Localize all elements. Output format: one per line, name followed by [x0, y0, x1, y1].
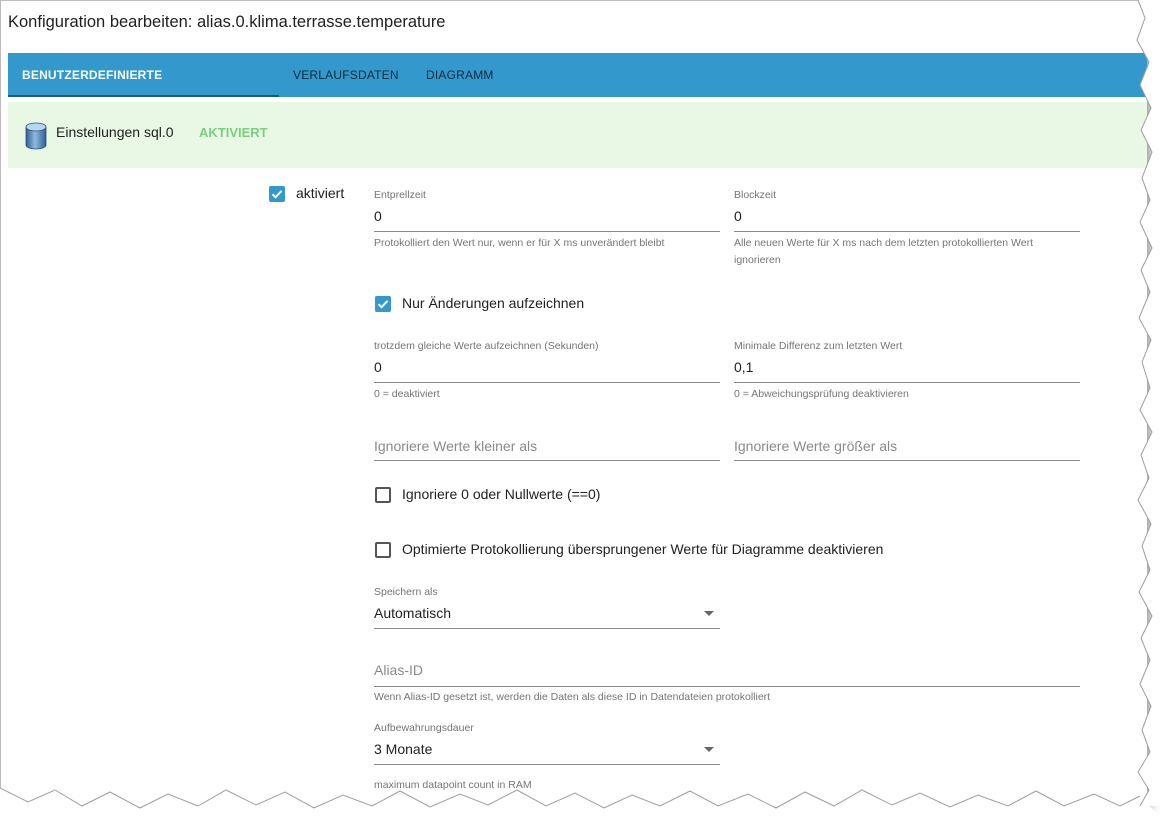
debounce-label: Entprellzeit [374, 189, 426, 201]
same-values-underline [374, 382, 720, 383]
min-diff-input[interactable]: 0,1 [734, 359, 753, 375]
blocktime-underline [734, 231, 1080, 232]
debounce-input[interactable]: 0 [374, 208, 382, 224]
alias-id-input[interactable]: Alias-ID [374, 662, 423, 678]
ignore-above-input[interactable]: Ignoriere Werte größer als [734, 438, 897, 454]
tab-bar: BENUTZERDEFINIERTE EINSTELLUNGEN VERLAUF… [8, 53, 1147, 126]
ignore-zero-checkbox[interactable] [375, 487, 391, 503]
blocktime-input[interactable]: 0 [734, 208, 742, 224]
database-icon [25, 122, 47, 150]
ignore-below-input[interactable]: Ignoriere Werte kleiner als [374, 438, 537, 454]
debounce-help: Protokolliert den Wert nur, wenn er für … [374, 237, 665, 249]
disable-skipped-label: Optimierte Protokollierung übersprungene… [402, 541, 884, 557]
adapter-banner: Einstellungen sql.0 AKTIVIERT [8, 102, 1147, 168]
retention-underline [374, 764, 720, 765]
adapter-instance-label: Einstellungen sql.0 [56, 124, 174, 140]
debounce-underline [374, 231, 720, 232]
dialog-window: Konfiguration bearbeiten: alias.0.klima.… [0, 0, 1147, 807]
dialog-title: Konfiguration bearbeiten: alias.0.klima.… [8, 13, 446, 31]
min-diff-label: Minimale Differenz zum letzten Wert [734, 340, 903, 352]
enabled-checkbox[interactable] [269, 186, 285, 202]
changes-only-label: Nur Änderungen aufzeichnen [402, 295, 585, 311]
disable-skipped-checkbox[interactable] [375, 542, 391, 558]
ignore-above-underline [734, 460, 1080, 461]
ignore-below-underline [374, 460, 720, 461]
ignore-zero-label: Ignoriere 0 oder Nullwerte (==0) [402, 486, 601, 502]
tab-history-data[interactable]: VERLAUFSDATEN [279, 53, 413, 97]
store-as-label: Speichern als [374, 586, 438, 598]
adapter-status-badge: AKTIVIERT [199, 125, 268, 140]
store-as-underline [374, 628, 720, 629]
same-values-label: trotzdem gleiche Werte aufzeichnen (Seku… [374, 340, 599, 352]
max-count-label: maximum datapoint count in RAM [374, 779, 532, 791]
blocktime-label: Blockzeit [734, 189, 777, 201]
store-as-value[interactable]: Automatisch [374, 605, 451, 621]
min-diff-underline [734, 382, 1080, 383]
checkmark-icon [271, 190, 283, 199]
min-diff-help: 0 = Abweichungsprüfung deaktivieren [734, 388, 909, 400]
chevron-down-icon[interactable] [704, 611, 714, 616]
blocktime-help: Alle neuen Werte für X ms nach dem letzt… [734, 237, 1034, 266]
alias-id-underline [374, 686, 1080, 687]
enabled-label: aktiviert [296, 185, 345, 201]
same-values-help: 0 = deaktiviert [374, 388, 440, 400]
same-values-input[interactable]: 0 [374, 359, 382, 375]
tab-custom-settings[interactable]: BENUTZERDEFINIERTE EINSTELLUNGEN [8, 53, 279, 126]
tab-chart[interactable]: DIAGRAMM [412, 53, 508, 97]
chevron-down-icon[interactable] [704, 747, 714, 752]
alias-id-help: Wenn Alias-ID gesetzt ist, werden die Da… [374, 691, 771, 703]
checkmark-icon [377, 300, 389, 309]
retention-label: Aufbewahrungsdauer [374, 722, 474, 734]
changes-only-checkbox[interactable] [375, 296, 391, 312]
retention-value[interactable]: 3 Monate [374, 741, 432, 757]
